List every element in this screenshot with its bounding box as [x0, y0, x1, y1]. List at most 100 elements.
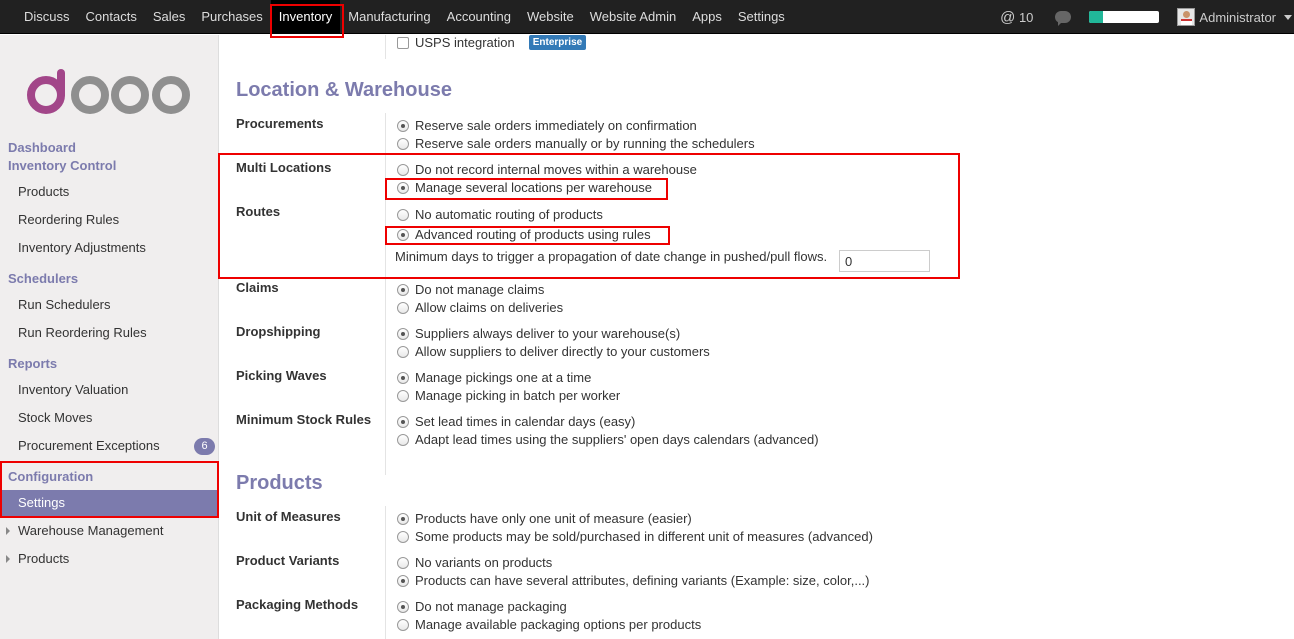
- app-menu: Discuss Contacts Sales Purchases Invento…: [0, 0, 793, 34]
- label-packaging-methods: Packaging Methods: [236, 597, 359, 612]
- radio-button[interactable]: [397, 512, 409, 525]
- menu-contacts[interactable]: Contacts: [78, 0, 145, 34]
- radio-button[interactable]: [397, 283, 409, 296]
- option-label: Allow suppliers to deliver directly to y…: [415, 344, 710, 359]
- menu-inventory[interactable]: Inventory: [270, 0, 341, 34]
- caret-right-icon[interactable]: [6, 555, 10, 563]
- radio-button[interactable]: [397, 530, 409, 543]
- sidebar-item-stock-moves[interactable]: Stock Moves: [18, 410, 92, 425]
- radio-button[interactable]: [397, 301, 409, 314]
- menu-apps[interactable]: Apps: [684, 0, 730, 34]
- odoo-logo: [27, 69, 190, 114]
- routes-option-2[interactable]: Advanced routing of products using rules: [397, 227, 651, 242]
- radio-button[interactable]: [397, 600, 409, 613]
- radio-button[interactable]: [397, 119, 409, 132]
- uom-option-1[interactable]: Products have only one unit of measure (…: [397, 511, 692, 526]
- chevron-down-icon[interactable]: [1284, 14, 1292, 20]
- sidebar-item-reordering-rules[interactable]: Reordering Rules: [18, 212, 119, 227]
- claims-option-1[interactable]: Do not manage claims: [397, 282, 544, 297]
- radio-button[interactable]: [397, 208, 409, 221]
- menu-purchases[interactable]: Purchases: [193, 0, 270, 34]
- radio-button[interactable]: [397, 618, 409, 631]
- option-label: Allow claims on deliveries: [415, 300, 564, 315]
- sidebar-dashboard[interactable]: Dashboard: [8, 140, 76, 155]
- usps-label: USPS integration: [415, 35, 515, 50]
- label-picking-waves: Picking Waves: [236, 368, 327, 383]
- avatar[interactable]: [1177, 8, 1196, 26]
- menu-website-admin[interactable]: Website Admin: [582, 0, 684, 34]
- user-menu[interactable]: Administrator: [1199, 10, 1276, 25]
- dropshipping-option-2[interactable]: Allow suppliers to deliver directly to y…: [397, 344, 710, 359]
- min-stock-rules-option-2[interactable]: Adapt lead times using the suppliers' op…: [397, 432, 819, 447]
- sidebar: Dashboard Inventory Control Products Reo…: [0, 35, 219, 639]
- radio-button[interactable]: [397, 371, 409, 384]
- label-minimum-stock-rules: Minimum Stock Rules: [236, 412, 372, 427]
- label-claims: Claims: [236, 280, 279, 295]
- menu-discuss[interactable]: Discuss: [0, 0, 78, 34]
- variants-option-2[interactable]: Products can have several attributes, de…: [397, 573, 870, 588]
- sidebar-header-configuration: Configuration: [8, 469, 94, 484]
- packaging-option-2[interactable]: Manage available packaging options per p…: [397, 617, 701, 632]
- option-label: Manage available packaging options per p…: [415, 617, 702, 632]
- sidebar-header-reports: Reports: [8, 356, 58, 371]
- option-label: No automatic routing of products: [415, 207, 603, 222]
- routes-option-1[interactable]: No automatic routing of products: [397, 207, 603, 222]
- sidebar-item-run-reordering-rules[interactable]: Run Reordering Rules: [18, 325, 147, 340]
- radio-button[interactable]: [397, 163, 409, 176]
- sidebar-item-inventory-adjustments[interactable]: Inventory Adjustments: [18, 240, 146, 255]
- label-routes: Routes: [236, 204, 281, 219]
- radio-button[interactable]: [397, 556, 409, 569]
- radio-button[interactable]: [397, 137, 409, 150]
- mentions-button[interactable]: @ 10: [1000, 9, 1033, 26]
- sidebar-item-procurement-exceptions[interactable]: Procurement Exceptions: [18, 438, 160, 453]
- menu-website[interactable]: Website: [519, 0, 582, 34]
- procurements-option-2[interactable]: Reserve sale orders manually or by runni…: [397, 136, 755, 151]
- sidebar-item-settings[interactable]: Settings: [0, 490, 218, 516]
- label-procurements: Procurements: [236, 116, 324, 131]
- sidebar-item-run-schedulers[interactable]: Run Schedulers: [18, 297, 111, 312]
- sidebar-item-products[interactable]: Products: [18, 184, 69, 199]
- option-label: Some products may be sold/purchased in d…: [415, 529, 873, 544]
- menu-settings[interactable]: Settings: [730, 0, 793, 34]
- option-label: No variants on products: [415, 555, 553, 570]
- mentions-count: 10: [1018, 9, 1034, 25]
- packaging-option-1[interactable]: Do not manage packaging: [397, 599, 567, 614]
- menu-sales[interactable]: Sales: [145, 0, 194, 34]
- radio-button[interactable]: [397, 345, 409, 358]
- option-label: Adapt lead times using the suppliers' op…: [415, 432, 819, 447]
- radio-button[interactable]: [397, 574, 409, 587]
- procurements-option-1[interactable]: Reserve sale orders immediately on confi…: [397, 118, 697, 133]
- min-stock-rules-option-1[interactable]: Set lead times in calendar days (easy): [397, 414, 635, 429]
- sidebar-item-products-group[interactable]: Products: [18, 551, 69, 566]
- radio-button[interactable]: [397, 228, 409, 241]
- option-label: Set lead times in calendar days (easy): [415, 414, 636, 429]
- menu-manufacturing[interactable]: Manufacturing: [340, 0, 438, 34]
- radio-button[interactable]: [397, 433, 409, 446]
- menu-accounting[interactable]: Accounting: [439, 0, 519, 34]
- dropshipping-option-1[interactable]: Suppliers always deliver to your warehou…: [397, 326, 680, 341]
- usps-checkbox[interactable]: [397, 36, 409, 49]
- min-days-label: Minimum days to trigger a propagation of…: [395, 249, 828, 264]
- multi-locations-option-2[interactable]: Manage several locations per warehouse: [397, 180, 652, 195]
- caret-right-icon[interactable]: [6, 527, 10, 535]
- sidebar-header-schedulers: Schedulers: [8, 271, 79, 286]
- section-title-location-warehouse: Location & Warehouse: [236, 79, 452, 101]
- radio-button[interactable]: [397, 181, 409, 194]
- picking-waves-option-2[interactable]: Manage picking in batch per worker: [397, 388, 620, 403]
- sidebar-item-warehouse-management[interactable]: Warehouse Management: [18, 523, 164, 538]
- picking-waves-option-1[interactable]: Manage pickings one at a time: [397, 370, 591, 385]
- min-days-input[interactable]: [839, 250, 930, 272]
- option-label: Manage pickings one at a time: [415, 370, 592, 385]
- radio-button[interactable]: [397, 389, 409, 402]
- sidebar-item-inventory-valuation[interactable]: Inventory Valuation: [18, 382, 128, 397]
- radio-button[interactable]: [397, 327, 409, 340]
- uom-option-2[interactable]: Some products may be sold/purchased in d…: [397, 529, 873, 544]
- chat-icon[interactable]: [1055, 11, 1072, 26]
- usps-option: USPS integration Enterprise: [397, 35, 587, 50]
- multi-locations-option-1[interactable]: Do not record internal moves within a wa…: [397, 162, 697, 177]
- claims-option-2[interactable]: Allow claims on deliveries: [397, 300, 563, 315]
- variants-option-1[interactable]: No variants on products: [397, 555, 552, 570]
- divider: [385, 506, 386, 639]
- radio-button[interactable]: [397, 415, 409, 428]
- label-multi-locations: Multi Locations: [236, 160, 332, 175]
